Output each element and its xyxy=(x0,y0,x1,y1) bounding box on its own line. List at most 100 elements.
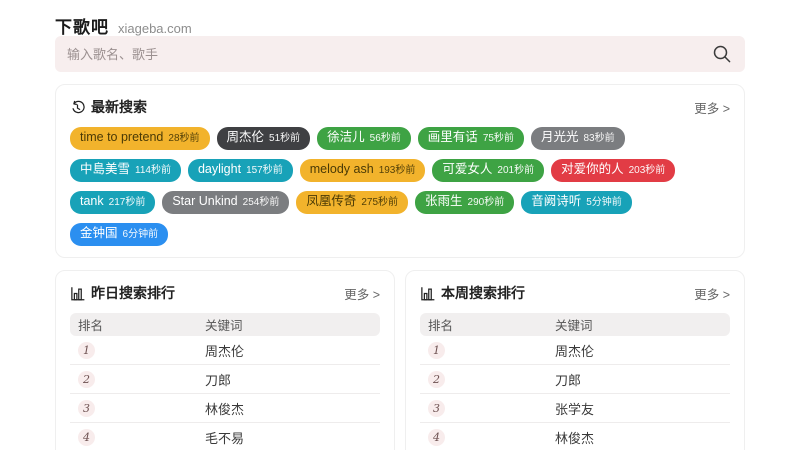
rank-column-header: 排名 xyxy=(420,315,555,334)
search-tag-time: 51秒前 xyxy=(269,132,300,146)
ranking-tables: 昨日搜索排行 更多 > 排名 关键词 1 周杰伦 xyxy=(55,270,745,450)
yesterday-ranking-panel: 昨日搜索排行 更多 > 排名 关键词 1 周杰伦 xyxy=(55,270,395,450)
search-tag[interactable]: 音阙诗听 5分钟前 xyxy=(521,191,632,214)
search-tag[interactable]: 凤凰传奇 275秒前 xyxy=(296,191,408,214)
rank-badge: 3 xyxy=(428,400,445,417)
week-ranking-panel: 本周搜索排行 更多 > 排名 关键词 1 周杰伦 xyxy=(405,270,745,450)
search-tag[interactable]: 对爱你的人 203秒前 xyxy=(551,159,675,182)
search-tag-text: 中島美雪 xyxy=(80,162,130,176)
yesterday-more-link[interactable]: 更多 > xyxy=(344,284,380,303)
week-table-header: 排名 关键词 xyxy=(420,313,730,336)
search-tag-text: 月光光 xyxy=(541,130,579,144)
latest-tags-list: time to pretend 28秒前 周杰伦 51秒前 徐洁儿 56秒前 画… xyxy=(70,127,730,246)
site-logo[interactable]: 下歌吧 xyxy=(55,13,109,38)
site-header: 下歌吧 xiageba.com xyxy=(55,0,745,35)
search-tag-time: 56秒前 xyxy=(370,132,401,146)
search-tag-text: 可爱女人 xyxy=(442,162,492,176)
yesterday-table-header: 排名 关键词 xyxy=(70,313,380,336)
latest-searches-title-group: 最新搜索 xyxy=(70,97,147,117)
rank-column-header: 排名 xyxy=(70,315,205,334)
rank-badge: 3 xyxy=(78,400,95,417)
search-tag[interactable]: 徐洁儿 56秒前 xyxy=(317,127,411,150)
search-tag-text: Star Unkind xyxy=(172,194,237,208)
search-bar xyxy=(55,36,745,72)
search-tag-time: 290秒前 xyxy=(468,196,505,210)
search-tag-time: 6分钟前 xyxy=(123,228,159,242)
latest-searches-header: 最新搜索 更多 > xyxy=(70,97,730,117)
latest-more-link[interactable]: 更多 > xyxy=(694,98,730,117)
rank-badge: 4 xyxy=(428,429,445,446)
keyword-cell: 毛不易 xyxy=(205,428,380,447)
search-tag-time: 201秒前 xyxy=(497,164,534,178)
yesterday-table-body: 1 周杰伦 2 刀郎 3 xyxy=(70,336,380,450)
search-tag[interactable]: tank 217秒前 xyxy=(70,191,155,214)
search-tag-time: 217秒前 xyxy=(109,196,146,210)
keyword-cell: 刀郎 xyxy=(555,370,730,389)
rank-badge: 2 xyxy=(428,371,445,388)
search-tag[interactable]: melody ash 193秒前 xyxy=(300,159,426,182)
search-tag-time: 83秒前 xyxy=(583,132,614,146)
rank-badge: 2 xyxy=(78,371,95,388)
table-row[interactable]: 3 林俊杰 xyxy=(70,394,380,423)
search-tag-time: 193秒前 xyxy=(379,164,416,178)
latest-searches-title: 最新搜索 xyxy=(91,97,147,117)
search-tag-time: 275秒前 xyxy=(361,196,398,210)
search-tag-time: 5分钟前 xyxy=(586,196,622,210)
search-tag-text: 张雨生 xyxy=(425,194,463,208)
search-tag[interactable]: Star Unkind 254秒前 xyxy=(162,191,289,214)
search-tag-text: 音阙诗听 xyxy=(531,194,581,208)
rank-badge: 1 xyxy=(428,342,445,359)
keyword-cell: 周杰伦 xyxy=(205,341,380,360)
table-row[interactable]: 1 周杰伦 xyxy=(420,336,730,365)
search-tag-time: 254秒前 xyxy=(243,196,280,210)
search-tag-time: 28秒前 xyxy=(168,132,199,146)
keyword-cell: 林俊杰 xyxy=(555,428,730,447)
search-tag[interactable]: 金钟国 6分钟前 xyxy=(70,223,168,246)
search-tag[interactable]: 可爱女人 201秒前 xyxy=(432,159,544,182)
week-more-link[interactable]: 更多 > xyxy=(694,284,730,303)
table-row[interactable]: 4 毛不易 xyxy=(70,423,380,450)
search-tag[interactable]: 张雨生 290秒前 xyxy=(415,191,514,214)
keyword-cell: 刀郎 xyxy=(205,370,380,389)
search-tag[interactable]: 周杰伦 51秒前 xyxy=(217,127,311,150)
search-tag-text: 画里有话 xyxy=(428,130,478,144)
week-ranking-title-group: 本周搜索排行 xyxy=(420,283,525,303)
table-row[interactable]: 1 周杰伦 xyxy=(70,336,380,365)
bar-chart-icon xyxy=(70,286,85,301)
keyword-column-header: 关键词 xyxy=(555,315,730,334)
rank-badge: 1 xyxy=(78,342,95,359)
search-tag[interactable]: time to pretend 28秒前 xyxy=(70,127,210,150)
search-tag-time: 203秒前 xyxy=(629,164,666,178)
yesterday-ranking-header: 昨日搜索排行 更多 > xyxy=(70,283,380,303)
page-container: 下歌吧 xiageba.com 最新搜索 更多 > xyxy=(55,0,745,450)
week-ranking-header: 本周搜索排行 更多 > xyxy=(420,283,730,303)
search-tag-text: time to pretend xyxy=(80,130,163,144)
table-row[interactable]: 2 刀郎 xyxy=(420,365,730,394)
keyword-cell: 张学友 xyxy=(555,399,730,418)
table-row[interactable]: 3 张学友 xyxy=(420,394,730,423)
table-row[interactable]: 2 刀郎 xyxy=(70,365,380,394)
bar-chart-icon xyxy=(420,286,435,301)
search-input[interactable] xyxy=(67,47,711,62)
history-icon xyxy=(70,100,85,115)
search-icon[interactable] xyxy=(711,43,733,65)
rank-badge: 4 xyxy=(78,429,95,446)
keyword-cell: 周杰伦 xyxy=(555,341,730,360)
table-row[interactable]: 4 林俊杰 xyxy=(420,423,730,450)
search-tag[interactable]: 画里有话 75秒前 xyxy=(418,127,524,150)
search-tag-text: 徐洁儿 xyxy=(327,130,365,144)
search-tag-time: 75秒前 xyxy=(483,132,514,146)
search-tag-text: 凤凰传奇 xyxy=(306,194,356,208)
yesterday-ranking-title: 昨日搜索排行 xyxy=(91,283,175,303)
search-tag-text: 对爱你的人 xyxy=(561,162,624,176)
keyword-cell: 林俊杰 xyxy=(205,399,380,418)
search-tag-time: 114秒前 xyxy=(135,164,171,178)
search-tag-text: daylight xyxy=(198,162,241,176)
search-tag-text: 金钟国 xyxy=(80,226,118,240)
yesterday-ranking-title-group: 昨日搜索排行 xyxy=(70,283,175,303)
search-tag[interactable]: 中島美雪 114秒前 xyxy=(70,159,181,182)
search-tag[interactable]: 月光光 83秒前 xyxy=(531,127,625,150)
search-tag[interactable]: daylight 157秒前 xyxy=(188,159,293,182)
keyword-column-header: 关键词 xyxy=(205,315,380,334)
search-tag-text: tank xyxy=(80,194,104,208)
